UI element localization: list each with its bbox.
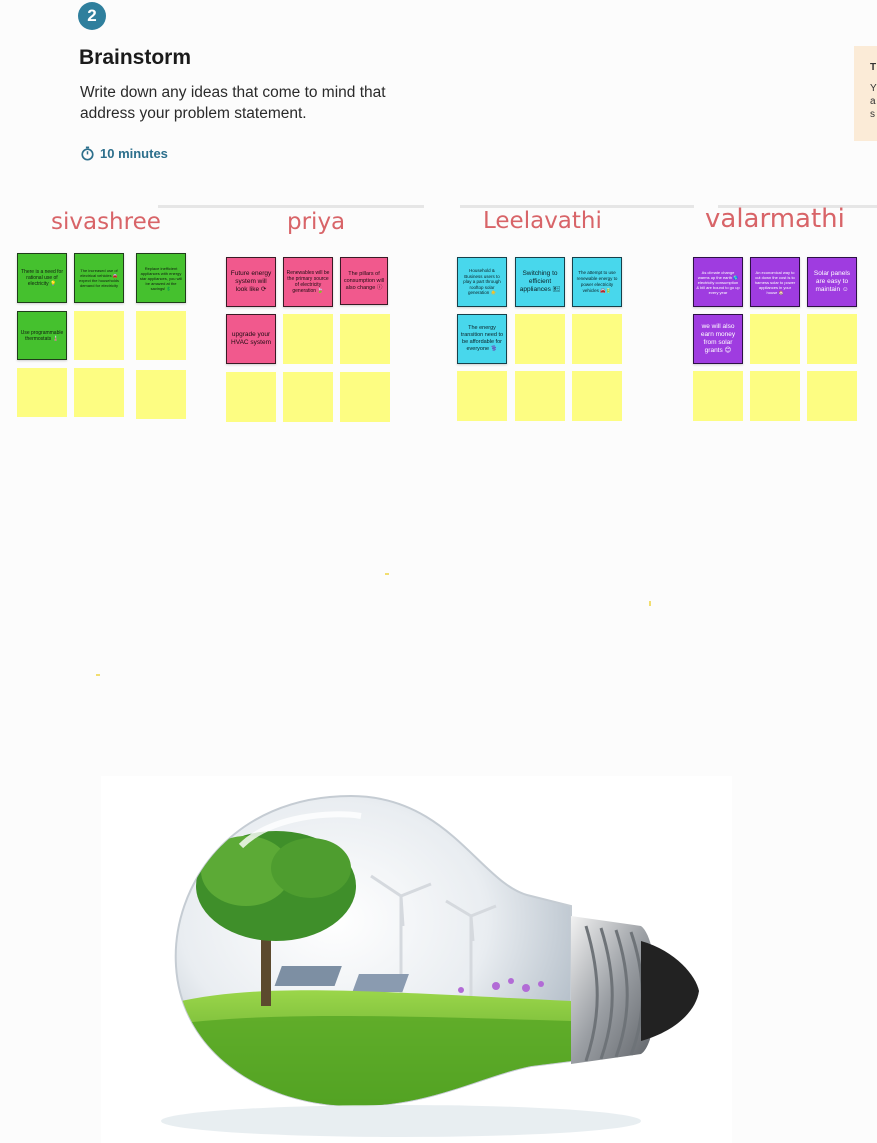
sticky-note[interactable]: The energy transition need to be afforda… [457, 314, 507, 364]
empty-sticky-note[interactable] [750, 314, 800, 364]
section-title: Brainstorm [79, 46, 192, 69]
participant-name[interactable]: sivashree [51, 209, 161, 235]
empty-sticky-note[interactable] [340, 372, 390, 422]
sticky-note[interactable]: As climate change warms up the earth 🌎 e… [693, 257, 743, 307]
sticky-note[interactable]: Replace inefficient appliances with ener… [136, 253, 186, 303]
empty-sticky-note[interactable] [74, 311, 124, 360]
empty-sticky-note[interactable] [807, 371, 857, 421]
sticky-note[interactable]: Solar panels are easy to maintain ☺ [807, 257, 857, 307]
participant-name[interactable]: priya [287, 209, 345, 235]
step-badge: 2 [78, 2, 106, 30]
empty-sticky-note[interactable] [693, 371, 743, 421]
empty-sticky-note[interactable] [807, 314, 857, 364]
column-divider [158, 205, 424, 208]
lightbulb-illustration [101, 776, 732, 1143]
stopwatch-icon [81, 146, 94, 161]
sticky-note[interactable]: Future energy system will look like ⟳ [226, 257, 276, 307]
sticky-note[interactable]: Renewables will be the primary source of… [283, 257, 333, 307]
sticky-note[interactable]: The increased use of electrical vehicles… [74, 253, 124, 303]
sticky-note[interactable]: Household & Business users to play a par… [457, 257, 507, 307]
empty-sticky-note[interactable] [457, 371, 507, 421]
participant-name[interactable]: valarmathi [705, 204, 845, 234]
empty-sticky-note[interactable] [283, 314, 333, 364]
tip-line: a [870, 96, 876, 107]
sticky-note[interactable]: An economical way to cut down the cost i… [750, 257, 800, 307]
tip-line: s [870, 109, 875, 120]
tip-panel: T Y a s [854, 46, 877, 141]
sticky-note[interactable]: The pillars of consumption will also cha… [340, 257, 388, 305]
empty-sticky-note[interactable] [136, 370, 186, 419]
tip-title: T [870, 62, 877, 73]
canvas-mark [96, 674, 100, 676]
sticky-note[interactable]: we will also earn money from solar grant… [693, 314, 743, 364]
empty-sticky-note[interactable] [572, 314, 622, 364]
sticky-note[interactable]: Use programmable thermostats 🌡️ [17, 311, 67, 360]
empty-sticky-note[interactable] [572, 371, 622, 421]
empty-sticky-note[interactable] [515, 314, 565, 364]
lightbulb-image[interactable] [101, 776, 732, 1143]
sticky-note[interactable]: The attempt to use renewable energy to p… [572, 257, 622, 307]
empty-sticky-note[interactable] [74, 368, 124, 417]
canvas-mark [649, 601, 651, 606]
canvas-mark [385, 573, 389, 575]
timer-label: 10 minutes [80, 146, 168, 161]
empty-sticky-note[interactable] [515, 371, 565, 421]
empty-sticky-note[interactable] [750, 371, 800, 421]
sticky-note[interactable]: upgrade your HVAC system [226, 314, 276, 364]
empty-sticky-note[interactable] [136, 311, 186, 360]
sticky-note[interactable]: There is a need for rational use of elec… [17, 253, 67, 303]
empty-sticky-note[interactable] [340, 314, 390, 364]
timer-text: 10 minutes [100, 146, 168, 161]
empty-sticky-note[interactable] [17, 368, 67, 417]
participant-name[interactable]: Leelavathi [483, 208, 602, 234]
tip-line: Y [870, 83, 877, 94]
sticky-note[interactable]: Switching to efficient appliances 🖭 [515, 257, 565, 307]
section-description: Write down any ideas that come to mind t… [80, 84, 386, 122]
empty-sticky-note[interactable] [283, 372, 333, 422]
empty-sticky-note[interactable] [226, 372, 276, 422]
